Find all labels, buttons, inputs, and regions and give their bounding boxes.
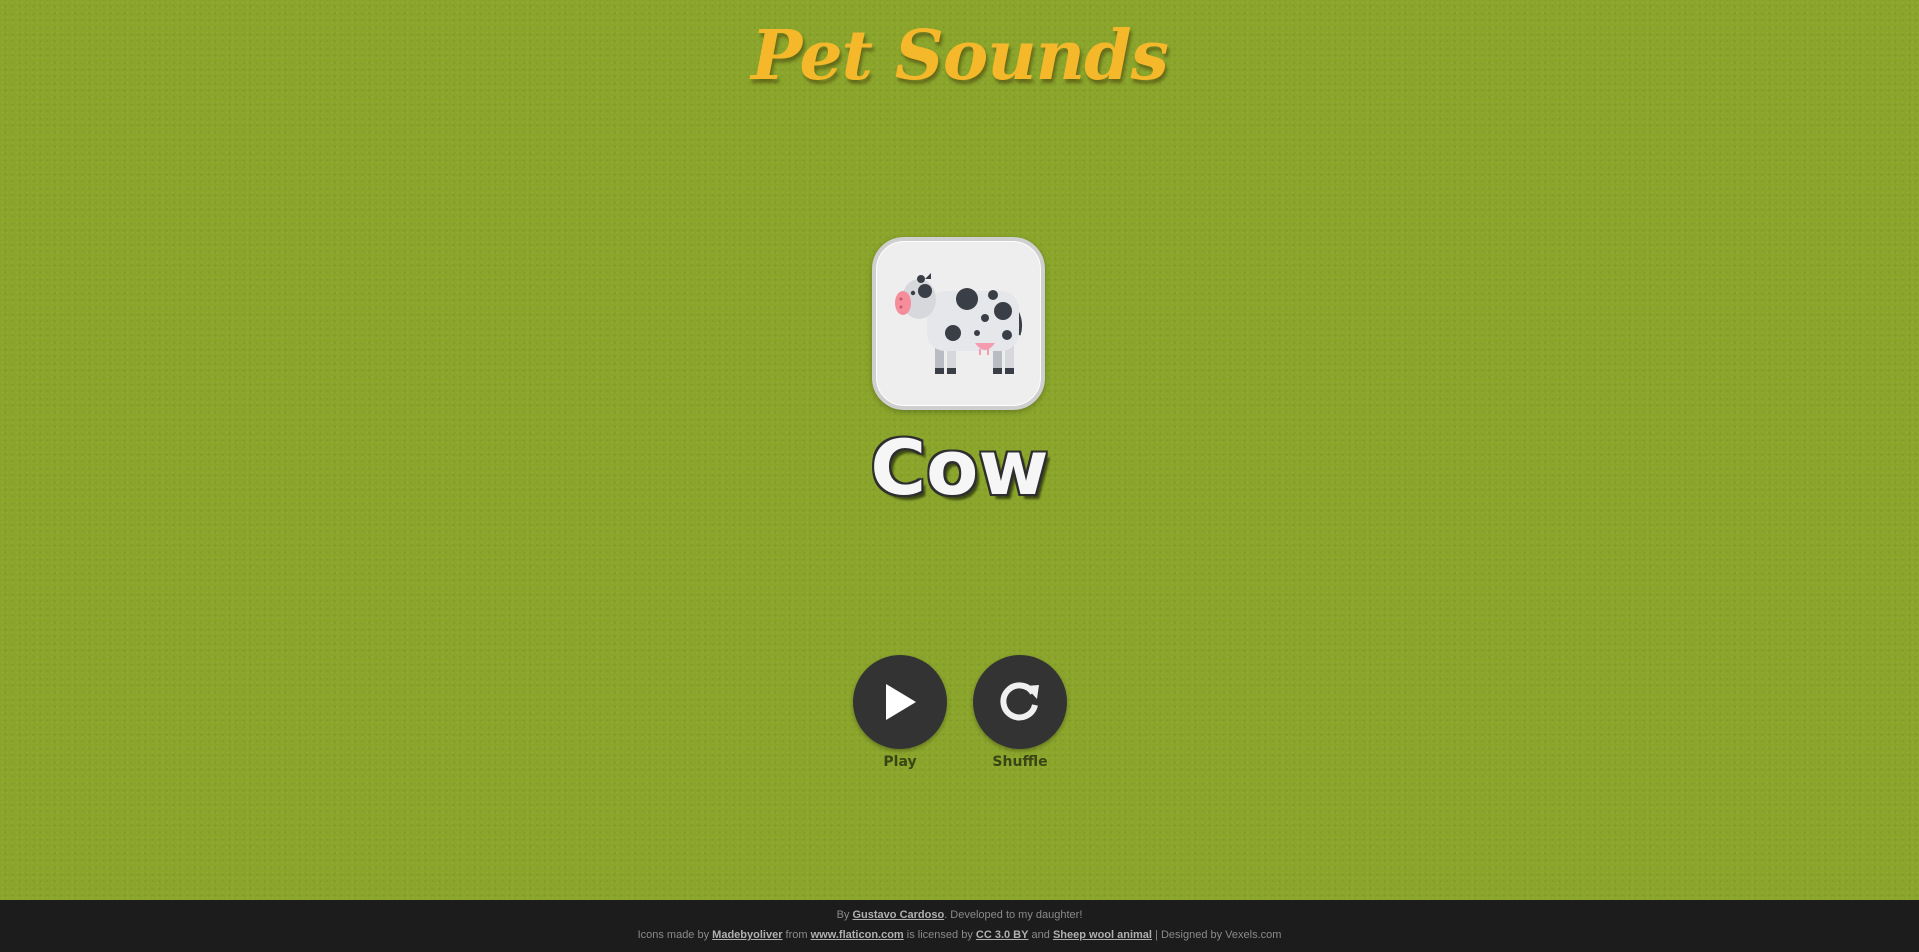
shuffle-control: Shuffle bbox=[973, 655, 1067, 770]
footer-by-text: By bbox=[836, 909, 850, 921]
footer-credits-line: By Gustavo Cardoso. Developed to my daug… bbox=[0, 909, 1919, 921]
footer-licensed-text: is licensed by bbox=[906, 929, 973, 941]
footer-dedication-text: . Developed to my daughter! bbox=[944, 909, 1083, 921]
madebyoliver-link[interactable]: Madebyoliver bbox=[712, 929, 782, 941]
sheep-wool-link[interactable]: Sheep wool animal bbox=[1053, 929, 1152, 941]
refresh-icon bbox=[1000, 682, 1039, 721]
footer-attribution-line: Icons made by Madebyoliver from www.flat… bbox=[0, 929, 1919, 941]
footer-designed-text: | Designed by Vexels.com bbox=[1155, 929, 1282, 941]
cow-icon bbox=[895, 273, 1023, 374]
play-control: Play bbox=[853, 655, 947, 770]
play-icon bbox=[886, 684, 916, 720]
flaticon-link[interactable]: www.flaticon.com bbox=[811, 929, 904, 941]
play-button[interactable] bbox=[853, 655, 947, 749]
author-link[interactable]: Gustavo Cardoso bbox=[853, 909, 945, 921]
footer-from-text: from bbox=[785, 929, 808, 941]
play-label: Play bbox=[883, 754, 917, 770]
app-logo-title: Pet Sounds bbox=[751, 16, 1169, 96]
animal-name: Cow bbox=[870, 423, 1049, 512]
footer-icons-text: Icons made by bbox=[637, 929, 710, 941]
shuffle-label: Shuffle bbox=[992, 754, 1048, 770]
footer-and-text: and bbox=[1031, 929, 1050, 941]
footer: By Gustavo Cardoso. Developed to my daug… bbox=[0, 900, 1919, 952]
license-link[interactable]: CC 3.0 BY bbox=[976, 929, 1029, 941]
animal-card[interactable] bbox=[872, 237, 1045, 410]
shuffle-button[interactable] bbox=[973, 655, 1067, 749]
